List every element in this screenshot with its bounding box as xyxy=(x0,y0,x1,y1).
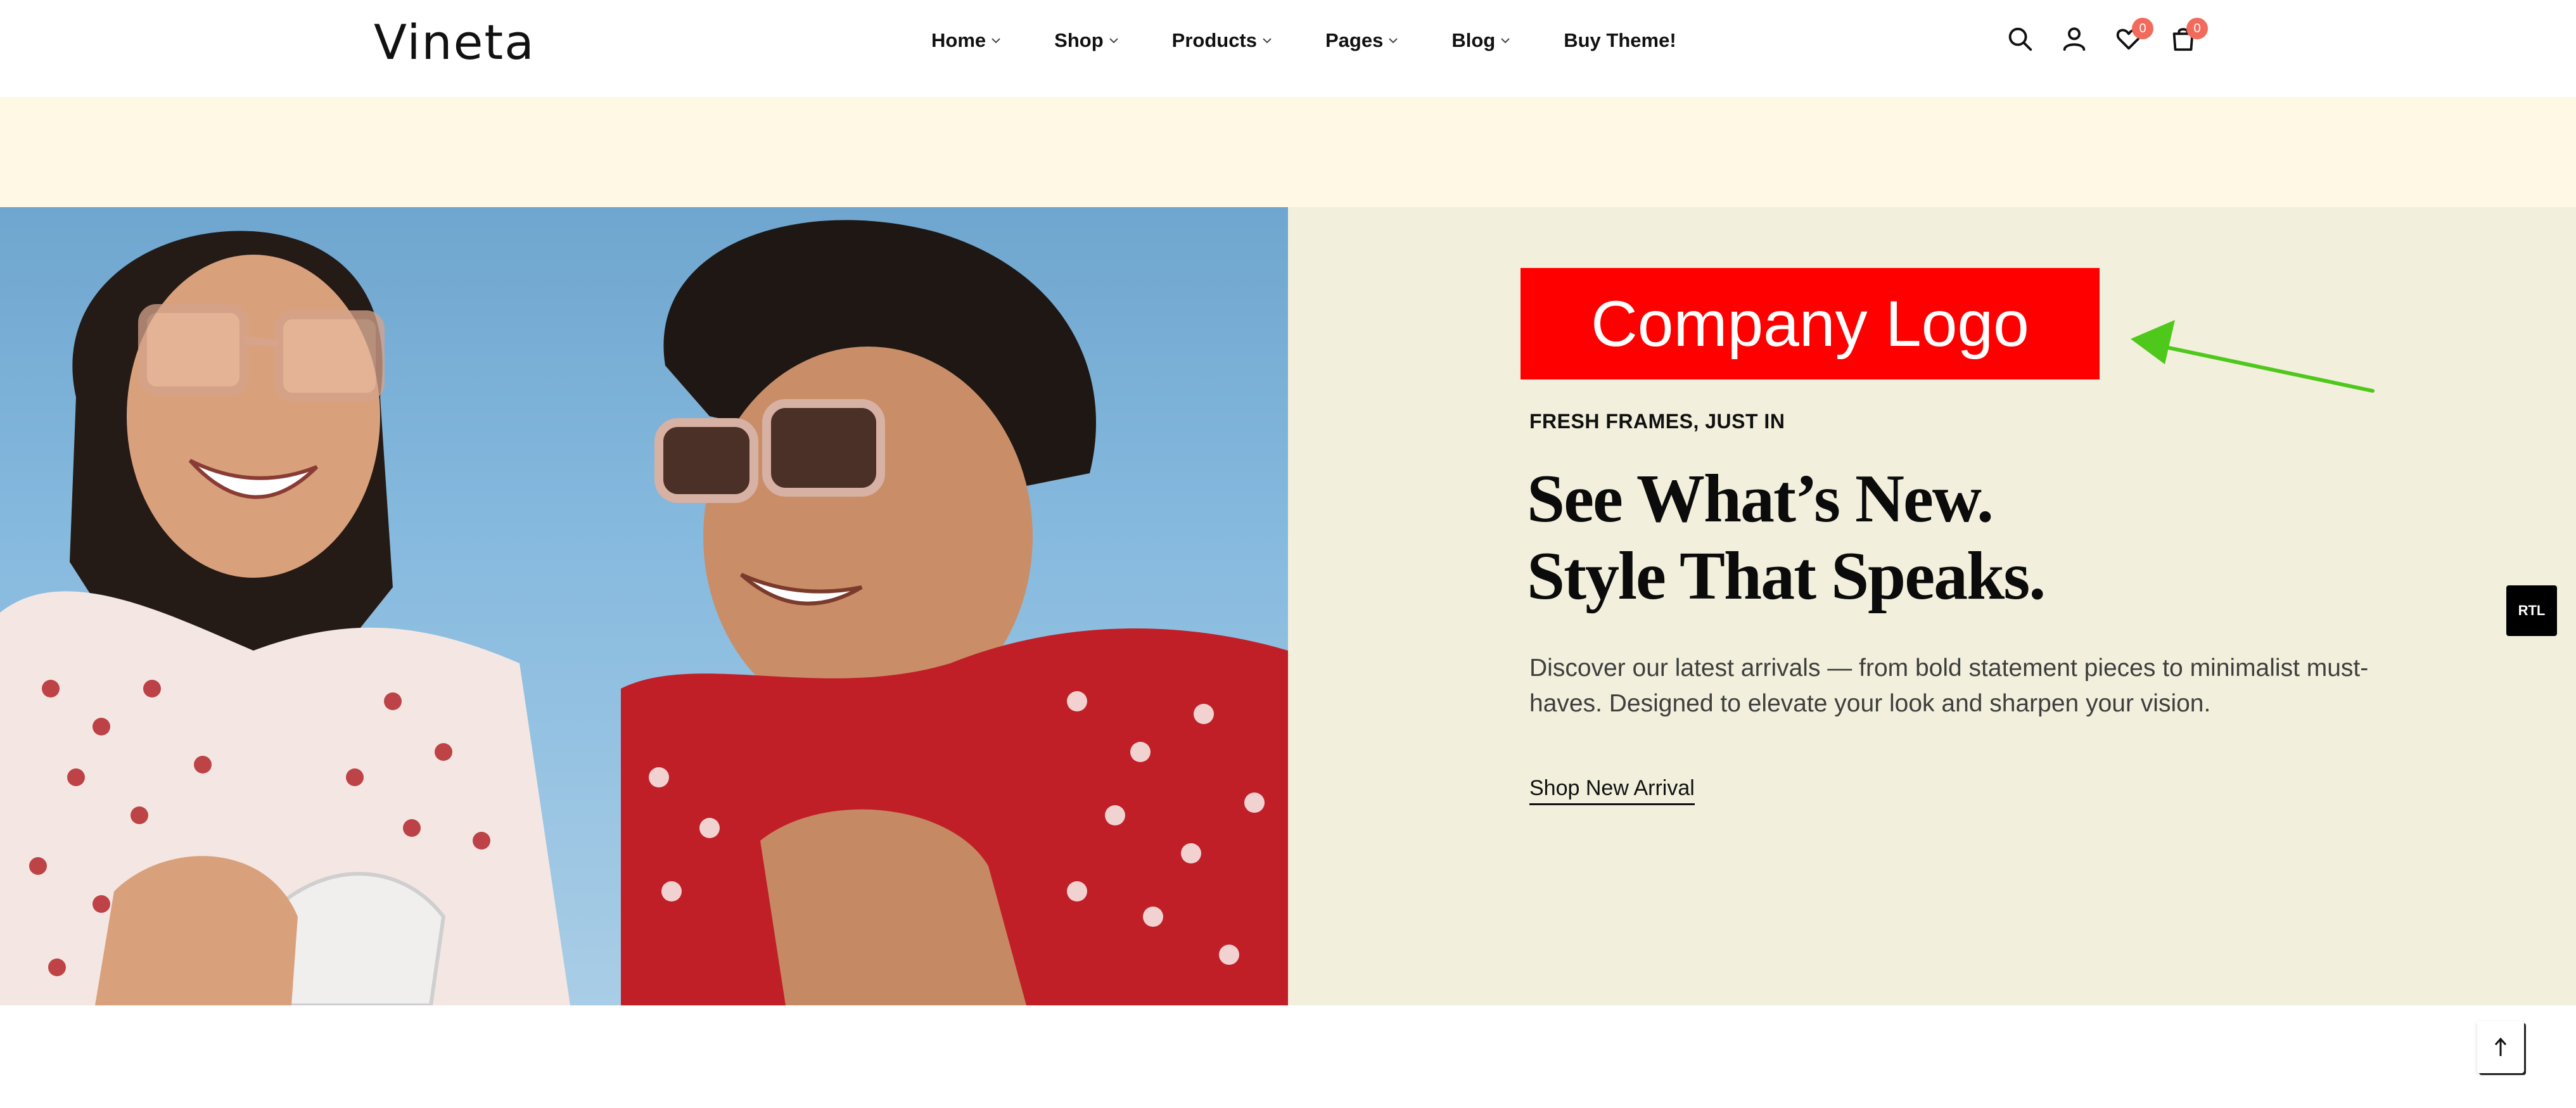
hero-photo-illustration xyxy=(0,220,1288,1005)
nav-item-shop[interactable]: Shop xyxy=(1054,29,1120,52)
nav-item-label: Buy Theme! xyxy=(1564,29,1676,51)
chevron-down-icon xyxy=(1263,38,1272,44)
nav-item-blog[interactable]: Blog xyxy=(1451,29,1512,52)
hero-description: Discover our latest arrivals — from bold… xyxy=(1529,654,2369,717)
cart-button[interactable]: 0 xyxy=(2169,18,2208,57)
hero-eyebrow: FRESH FRAMES, JUST IN xyxy=(1529,410,1785,433)
nav-item-products[interactable]: Products xyxy=(1172,29,1273,52)
header-actions: 0 0 xyxy=(2005,18,2223,57)
main-nav: Home Shop Products Pages Blog Buy Theme! xyxy=(931,29,1676,52)
nav-item-home[interactable]: Home xyxy=(931,29,1002,52)
search-button[interactable] xyxy=(2005,24,2038,57)
site-header: Vineta Home Shop Products Pages Blog Buy… xyxy=(0,0,2576,97)
headline-line-1: See What’s New. xyxy=(1527,461,1994,537)
cart-count-badge: 0 xyxy=(2186,18,2208,39)
chevron-down-icon xyxy=(1109,38,1118,44)
chevron-down-icon xyxy=(992,38,1000,44)
nav-item-pages[interactable]: Pages xyxy=(1325,29,1400,52)
annotation-arrow-icon xyxy=(2131,320,2375,393)
wishlist-button[interactable]: 0 xyxy=(2114,18,2153,57)
back-to-top-button[interactable] xyxy=(2477,1021,2524,1073)
announcement-bar xyxy=(0,97,2576,207)
rtl-toggle-button[interactable]: RTL xyxy=(2506,585,2557,636)
nav-item-label: Home xyxy=(931,29,986,51)
nav-item-label: Products xyxy=(1171,29,1257,51)
brand-logo[interactable]: Vineta xyxy=(374,14,535,70)
hero-banner: Company Logo FRESH FRAMES, JUST IN See W… xyxy=(0,207,2576,1005)
user-icon xyxy=(2063,27,2086,51)
company-logo-placeholder: Company Logo xyxy=(1521,268,2100,379)
nav-item-label: Pages xyxy=(1325,29,1384,51)
hero-headline: See What’s New. Style That Speaks. xyxy=(1527,461,2350,615)
arrow-up-icon xyxy=(2494,1037,2507,1056)
nav-item-buy-theme[interactable]: Buy Theme! xyxy=(1564,29,1676,52)
company-logo-text: Company Logo xyxy=(1591,287,2029,360)
shop-new-arrival-link[interactable]: Shop New Arrival xyxy=(1529,776,1695,805)
hero-image xyxy=(0,207,1288,1005)
chevron-down-icon xyxy=(1501,38,1510,44)
chevron-down-icon xyxy=(1389,38,1398,44)
headline-line-2: Style That Speaks. xyxy=(1527,538,2046,614)
nav-item-label: Shop xyxy=(1054,29,1104,51)
wishlist-count-badge: 0 xyxy=(2132,18,2153,39)
account-button[interactable] xyxy=(2060,24,2093,57)
search-icon xyxy=(2008,27,2032,51)
nav-item-label: Blog xyxy=(1451,29,1496,51)
